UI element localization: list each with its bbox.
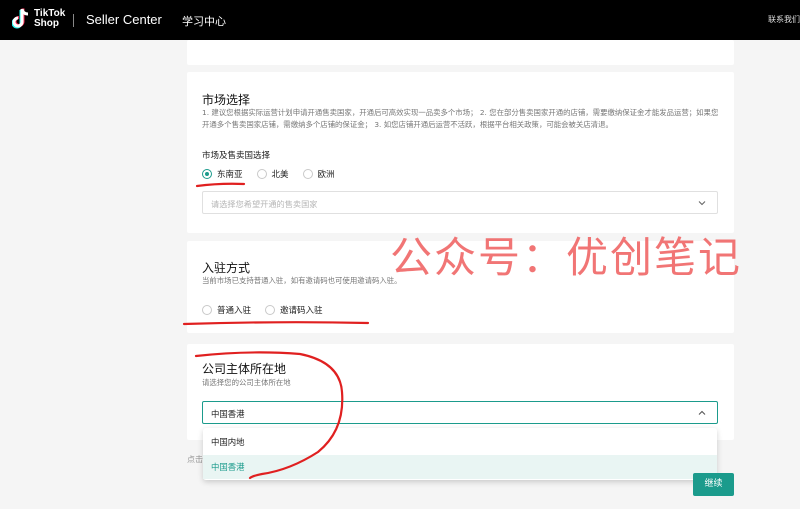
- radio-invite-code-entry[interactable]: 邀请码入驻: [265, 304, 323, 316]
- radio-europe[interactable]: 欧洲: [302, 168, 335, 180]
- company-location-dropdown: 中国内地 中国香港: [203, 428, 717, 480]
- brand-title: Seller Center: [86, 12, 162, 27]
- tiktok-shop-logo[interactable]: TikTok Shop: [12, 8, 65, 30]
- radio-normal-entry[interactable]: 普通入驻: [202, 304, 251, 316]
- tiktok-note-icon: [12, 8, 30, 30]
- chevron-up-icon: [698, 410, 706, 415]
- watermark-text: 公众号：优创笔记: [390, 233, 743, 282]
- brand-divider: [73, 14, 74, 27]
- entry-title: 入驻方式: [202, 261, 251, 275]
- company-location-value: 中国香港: [211, 409, 245, 419]
- radio-checked-icon: [202, 169, 212, 179]
- contact-us-link[interactable]: 联系我们: [768, 14, 800, 25]
- market-radio-group: 东南亚 北美 欧洲: [202, 168, 349, 180]
- previous-section-card: [187, 40, 734, 65]
- market-title: 市场选择: [202, 93, 251, 107]
- logo-text: TikTok Shop: [34, 9, 65, 29]
- radio-label: 普通入驻: [217, 306, 252, 316]
- radio-unchecked-icon: [202, 305, 212, 315]
- market-section: 市场选择 1. 建议您根据实际运营计划申请开通售卖国家，开通后可高效实现一品卖多…: [187, 72, 734, 233]
- company-description: 请选择您的公司主体所在地: [202, 378, 291, 387]
- radio-label: 欧洲: [317, 170, 335, 180]
- country-select-placeholder: 请选择您希望开通的售卖国家: [211, 199, 318, 209]
- company-title: 公司主体所在地: [202, 362, 287, 376]
- chevron-down-icon: [698, 201, 706, 206]
- company-location-select[interactable]: 中国香港: [202, 401, 718, 424]
- radio-north-america[interactable]: 北美: [256, 168, 289, 180]
- option-hong-kong[interactable]: 中国香港: [203, 455, 717, 479]
- logo-line-2: Shop: [34, 18, 59, 29]
- radio-unchecked-icon: [265, 305, 276, 315]
- market-description: 1. 建议您根据实际运营计划申请开通售卖国家，开通后可高效实现一品卖多个市场； …: [202, 108, 719, 129]
- radio-unchecked-icon: [256, 169, 267, 179]
- radio-label: 邀请码入驻: [280, 306, 323, 316]
- entry-radio-group: 普通入驻 邀请码入驻: [202, 304, 337, 316]
- radio-label: 北美: [271, 170, 289, 180]
- continue-button[interactable]: 继续: [693, 473, 734, 496]
- nav-study-center[interactable]: 学习中心: [182, 13, 226, 29]
- radio-label: 东南亚: [217, 170, 243, 180]
- option-mainland-china[interactable]: 中国内地: [203, 430, 717, 454]
- top-bar: TikTok Shop Seller Center 学习中心 联系我们: [0, 0, 800, 40]
- agreement-hint: 点击: [187, 455, 203, 464]
- market-field-label: 市场及售卖国选择: [202, 151, 271, 161]
- country-select[interactable]: 请选择您希望开通的售卖国家: [202, 191, 718, 214]
- radio-southeast-asia[interactable]: 东南亚: [202, 168, 243, 180]
- radio-unchecked-icon: [302, 169, 313, 179]
- company-location-section: 公司主体所在地 请选择您的公司主体所在地 中国香港: [187, 344, 734, 440]
